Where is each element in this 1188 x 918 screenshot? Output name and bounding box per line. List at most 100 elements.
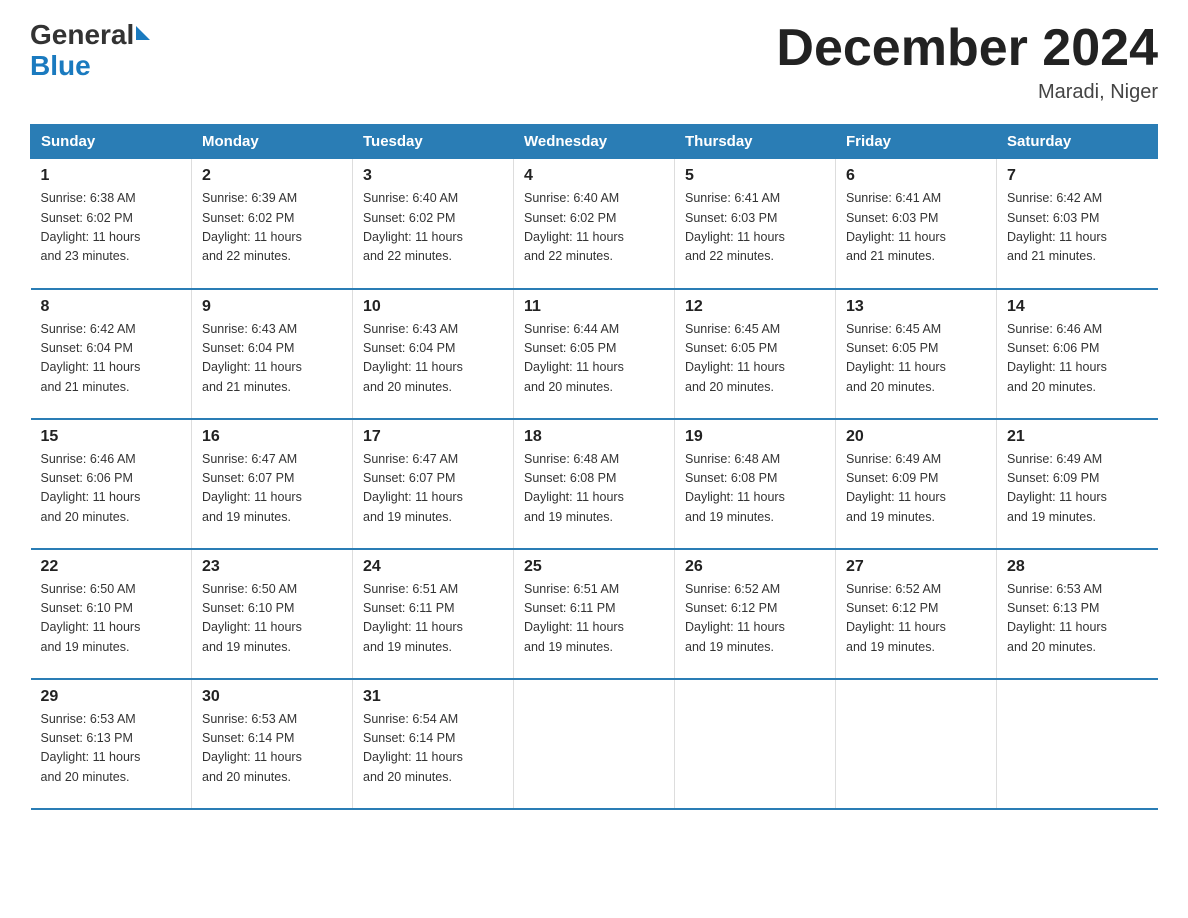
day-info: Sunrise: 6:51 AMSunset: 6:11 PMDaylight:… bbox=[524, 580, 664, 658]
day-number: 5 bbox=[685, 167, 825, 185]
location-label: Maradi, Niger bbox=[776, 81, 1158, 104]
calendar-cell: 22 Sunrise: 6:50 AMSunset: 6:10 PMDaylig… bbox=[31, 549, 192, 679]
calendar-cell: 23 Sunrise: 6:50 AMSunset: 6:10 PMDaylig… bbox=[192, 549, 353, 679]
calendar-header-row: Sunday Monday Tuesday Wednesday Thursday… bbox=[31, 125, 1158, 159]
calendar-table: Sunday Monday Tuesday Wednesday Thursday… bbox=[30, 124, 1158, 810]
calendar-cell: 20 Sunrise: 6:49 AMSunset: 6:09 PMDaylig… bbox=[836, 419, 997, 549]
day-info: Sunrise: 6:50 AMSunset: 6:10 PMDaylight:… bbox=[41, 580, 182, 658]
calendar-cell: 25 Sunrise: 6:51 AMSunset: 6:11 PMDaylig… bbox=[514, 549, 675, 679]
calendar-week-row: 1 Sunrise: 6:38 AMSunset: 6:02 PMDayligh… bbox=[31, 159, 1158, 289]
col-friday: Friday bbox=[836, 125, 997, 159]
logo-arrow-icon bbox=[136, 26, 150, 40]
day-info: Sunrise: 6:44 AMSunset: 6:05 PMDaylight:… bbox=[524, 320, 664, 398]
month-title: December 2024 bbox=[776, 20, 1158, 77]
calendar-cell: 19 Sunrise: 6:48 AMSunset: 6:08 PMDaylig… bbox=[675, 419, 836, 549]
calendar-cell: 9 Sunrise: 6:43 AMSunset: 6:04 PMDayligh… bbox=[192, 289, 353, 419]
calendar-cell: 6 Sunrise: 6:41 AMSunset: 6:03 PMDayligh… bbox=[836, 159, 997, 289]
day-info: Sunrise: 6:41 AMSunset: 6:03 PMDaylight:… bbox=[846, 189, 986, 267]
calendar-cell: 27 Sunrise: 6:52 AMSunset: 6:12 PMDaylig… bbox=[836, 549, 997, 679]
day-number: 21 bbox=[1007, 428, 1148, 446]
calendar-cell bbox=[836, 679, 997, 809]
calendar-cell: 26 Sunrise: 6:52 AMSunset: 6:12 PMDaylig… bbox=[675, 549, 836, 679]
col-thursday: Thursday bbox=[675, 125, 836, 159]
day-number: 13 bbox=[846, 298, 986, 316]
day-info: Sunrise: 6:38 AMSunset: 6:02 PMDaylight:… bbox=[41, 189, 182, 267]
calendar-cell: 14 Sunrise: 6:46 AMSunset: 6:06 PMDaylig… bbox=[997, 289, 1158, 419]
day-number: 16 bbox=[202, 428, 342, 446]
day-number: 15 bbox=[41, 428, 182, 446]
calendar-cell bbox=[514, 679, 675, 809]
calendar-week-row: 8 Sunrise: 6:42 AMSunset: 6:04 PMDayligh… bbox=[31, 289, 1158, 419]
logo-blue-text: Blue bbox=[30, 50, 150, 82]
calendar-cell: 16 Sunrise: 6:47 AMSunset: 6:07 PMDaylig… bbox=[192, 419, 353, 549]
day-info: Sunrise: 6:53 AMSunset: 6:14 PMDaylight:… bbox=[202, 710, 342, 788]
day-info: Sunrise: 6:43 AMSunset: 6:04 PMDaylight:… bbox=[363, 320, 503, 398]
day-number: 11 bbox=[524, 298, 664, 316]
logo-general-text: General bbox=[30, 21, 134, 49]
day-info: Sunrise: 6:52 AMSunset: 6:12 PMDaylight:… bbox=[846, 580, 986, 658]
calendar-cell: 2 Sunrise: 6:39 AMSunset: 6:02 PMDayligh… bbox=[192, 159, 353, 289]
col-saturday: Saturday bbox=[997, 125, 1158, 159]
logo: General Blue bbox=[30, 20, 150, 82]
day-info: Sunrise: 6:49 AMSunset: 6:09 PMDaylight:… bbox=[846, 450, 986, 528]
day-info: Sunrise: 6:40 AMSunset: 6:02 PMDaylight:… bbox=[524, 189, 664, 267]
day-number: 27 bbox=[846, 558, 986, 576]
calendar-cell: 7 Sunrise: 6:42 AMSunset: 6:03 PMDayligh… bbox=[997, 159, 1158, 289]
calendar-week-row: 29 Sunrise: 6:53 AMSunset: 6:13 PMDaylig… bbox=[31, 679, 1158, 809]
calendar-cell bbox=[997, 679, 1158, 809]
day-number: 25 bbox=[524, 558, 664, 576]
day-info: Sunrise: 6:43 AMSunset: 6:04 PMDaylight:… bbox=[202, 320, 342, 398]
calendar-cell: 15 Sunrise: 6:46 AMSunset: 6:06 PMDaylig… bbox=[31, 419, 192, 549]
day-number: 9 bbox=[202, 298, 342, 316]
calendar-cell: 10 Sunrise: 6:43 AMSunset: 6:04 PMDaylig… bbox=[353, 289, 514, 419]
calendar-cell bbox=[675, 679, 836, 809]
day-number: 31 bbox=[363, 688, 503, 706]
calendar-week-row: 15 Sunrise: 6:46 AMSunset: 6:06 PMDaylig… bbox=[31, 419, 1158, 549]
day-info: Sunrise: 6:52 AMSunset: 6:12 PMDaylight:… bbox=[685, 580, 825, 658]
day-number: 22 bbox=[41, 558, 182, 576]
col-monday: Monday bbox=[192, 125, 353, 159]
title-block: December 2024 Maradi, Niger bbox=[776, 20, 1158, 104]
day-number: 12 bbox=[685, 298, 825, 316]
day-info: Sunrise: 6:53 AMSunset: 6:13 PMDaylight:… bbox=[1007, 580, 1148, 658]
day-number: 6 bbox=[846, 167, 986, 185]
day-info: Sunrise: 6:48 AMSunset: 6:08 PMDaylight:… bbox=[524, 450, 664, 528]
day-info: Sunrise: 6:47 AMSunset: 6:07 PMDaylight:… bbox=[202, 450, 342, 528]
calendar-cell: 13 Sunrise: 6:45 AMSunset: 6:05 PMDaylig… bbox=[836, 289, 997, 419]
day-number: 17 bbox=[363, 428, 503, 446]
calendar-cell: 11 Sunrise: 6:44 AMSunset: 6:05 PMDaylig… bbox=[514, 289, 675, 419]
day-number: 18 bbox=[524, 428, 664, 446]
day-info: Sunrise: 6:41 AMSunset: 6:03 PMDaylight:… bbox=[685, 189, 825, 267]
calendar-cell: 30 Sunrise: 6:53 AMSunset: 6:14 PMDaylig… bbox=[192, 679, 353, 809]
day-info: Sunrise: 6:48 AMSunset: 6:08 PMDaylight:… bbox=[685, 450, 825, 528]
calendar-cell: 17 Sunrise: 6:47 AMSunset: 6:07 PMDaylig… bbox=[353, 419, 514, 549]
day-number: 3 bbox=[363, 167, 503, 185]
day-number: 7 bbox=[1007, 167, 1148, 185]
day-info: Sunrise: 6:39 AMSunset: 6:02 PMDaylight:… bbox=[202, 189, 342, 267]
day-info: Sunrise: 6:42 AMSunset: 6:03 PMDaylight:… bbox=[1007, 189, 1148, 267]
calendar-cell: 5 Sunrise: 6:41 AMSunset: 6:03 PMDayligh… bbox=[675, 159, 836, 289]
day-info: Sunrise: 6:54 AMSunset: 6:14 PMDaylight:… bbox=[363, 710, 503, 788]
calendar-cell: 4 Sunrise: 6:40 AMSunset: 6:02 PMDayligh… bbox=[514, 159, 675, 289]
day-number: 19 bbox=[685, 428, 825, 446]
day-info: Sunrise: 6:53 AMSunset: 6:13 PMDaylight:… bbox=[41, 710, 182, 788]
calendar-cell: 3 Sunrise: 6:40 AMSunset: 6:02 PMDayligh… bbox=[353, 159, 514, 289]
day-number: 30 bbox=[202, 688, 342, 706]
day-info: Sunrise: 6:50 AMSunset: 6:10 PMDaylight:… bbox=[202, 580, 342, 658]
page-header: General Blue December 2024 Maradi, Niger bbox=[30, 20, 1158, 104]
day-info: Sunrise: 6:47 AMSunset: 6:07 PMDaylight:… bbox=[363, 450, 503, 528]
day-info: Sunrise: 6:45 AMSunset: 6:05 PMDaylight:… bbox=[685, 320, 825, 398]
calendar-cell: 12 Sunrise: 6:45 AMSunset: 6:05 PMDaylig… bbox=[675, 289, 836, 419]
day-info: Sunrise: 6:45 AMSunset: 6:05 PMDaylight:… bbox=[846, 320, 986, 398]
calendar-week-row: 22 Sunrise: 6:50 AMSunset: 6:10 PMDaylig… bbox=[31, 549, 1158, 679]
calendar-cell: 31 Sunrise: 6:54 AMSunset: 6:14 PMDaylig… bbox=[353, 679, 514, 809]
day-number: 29 bbox=[41, 688, 182, 706]
day-number: 20 bbox=[846, 428, 986, 446]
calendar-cell: 24 Sunrise: 6:51 AMSunset: 6:11 PMDaylig… bbox=[353, 549, 514, 679]
day-number: 1 bbox=[41, 167, 182, 185]
day-number: 14 bbox=[1007, 298, 1148, 316]
calendar-cell: 18 Sunrise: 6:48 AMSunset: 6:08 PMDaylig… bbox=[514, 419, 675, 549]
calendar-cell: 29 Sunrise: 6:53 AMSunset: 6:13 PMDaylig… bbox=[31, 679, 192, 809]
day-info: Sunrise: 6:42 AMSunset: 6:04 PMDaylight:… bbox=[41, 320, 182, 398]
calendar-cell: 28 Sunrise: 6:53 AMSunset: 6:13 PMDaylig… bbox=[997, 549, 1158, 679]
